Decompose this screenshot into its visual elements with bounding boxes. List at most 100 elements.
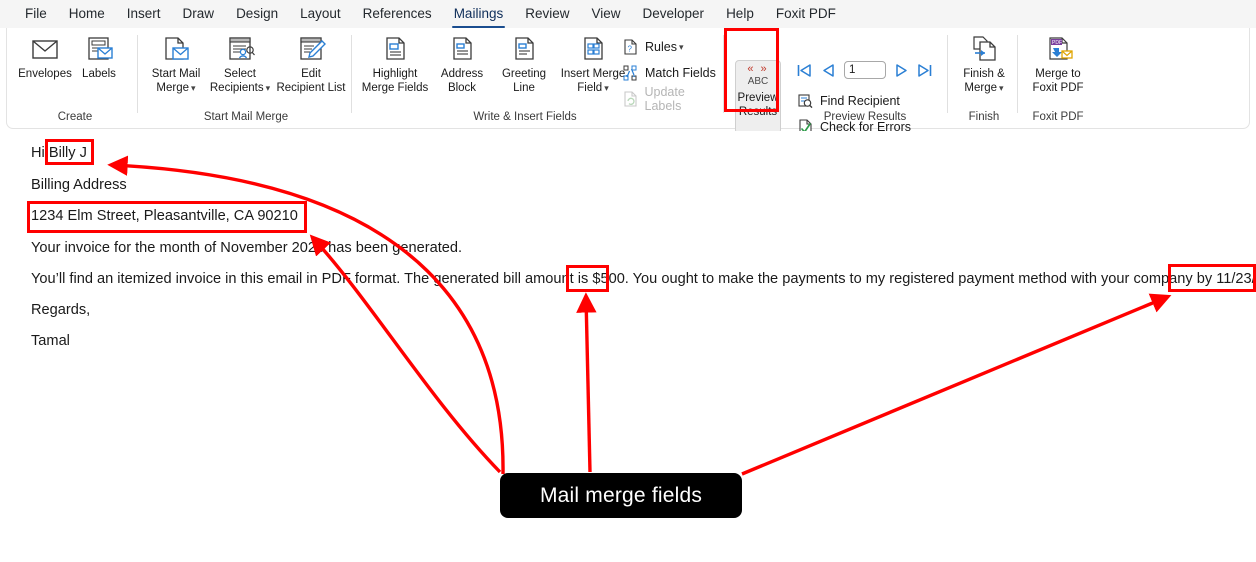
svg-text:PDF: PDF — [1052, 40, 1062, 46]
paragraph-signoff: Regards, — [31, 302, 91, 318]
select-recipients-label-2: Recipients — [209, 81, 264, 94]
group-separator-2 — [351, 35, 352, 113]
tab-references[interactable]: References — [352, 1, 443, 27]
highlight-box-preview-results — [724, 28, 779, 112]
finish-and-merge-icon — [951, 32, 1017, 66]
labels-button[interactable]: Labels — [67, 32, 131, 82]
find-recipient-icon — [796, 93, 815, 110]
chevron-down-icon[interactable]: ▾ — [679, 42, 684, 53]
tab-draw[interactable]: Draw — [172, 1, 226, 27]
merge-to-foxit-pdf-icon: PDF — [1021, 32, 1095, 66]
ribbon-body: Envelopes Labels Create Start Mail Merge ▾ — [6, 28, 1250, 135]
group-separator-5 — [1017, 35, 1018, 113]
address-block-label-1: Address — [440, 68, 484, 80]
body-text-part1: You’ll find an itemized invoice in this … — [31, 271, 593, 287]
tab-file[interactable]: File — [14, 1, 58, 27]
paragraph-invoice-sentence: Your invoice for the month of November 2… — [31, 240, 463, 256]
match-fields-command[interactable]: Match Fields — [621, 63, 716, 83]
ribbon-group-finish: Finish & Merge ▾ Finish — [951, 28, 1017, 127]
tab-foxit-pdf[interactable]: Foxit PDF — [765, 1, 847, 27]
paragraph-billing-label: Billing Address — [31, 177, 127, 193]
insert-merge-field-label-2: Field — [577, 81, 603, 94]
last-record-button[interactable] — [917, 62, 934, 79]
labels-label: Labels — [82, 68, 116, 80]
group-label-start-mail-merge: Start Mail Merge — [203, 111, 289, 123]
chevron-down-icon[interactable]: ▾ — [999, 83, 1004, 93]
highlight-merge-fields-icon — [359, 32, 431, 66]
ribbon-group-start-mail-merge: Start Mail Merge ▾ Select Recipients ▾ Edit R… — [141, 28, 351, 127]
group-label-finish: Finish — [968, 111, 1000, 123]
finish-and-merge-button[interactable]: Finish & Merge ▾ — [951, 32, 1017, 95]
group-label-write-insert-fields: Write & Insert Fields — [473, 111, 577, 123]
body-text-part2: You ought to make the payments to my reg… — [628, 271, 1217, 287]
edit-recipient-list-icon — [274, 32, 348, 66]
greeting-line-icon — [493, 32, 555, 66]
highlight-merge-fields-label-2: Merge Fields — [361, 81, 429, 94]
update-labels-label: Update Labels — [644, 85, 685, 113]
edit-recipient-list-button[interactable]: Edit Recipient List — [274, 32, 348, 95]
rules-icon: ? — [621, 39, 640, 56]
chevron-down-icon[interactable]: ▾ — [604, 83, 609, 93]
svg-text:?: ? — [628, 45, 633, 54]
start-mail-merge-icon — [145, 32, 207, 66]
finish-and-merge-label-2: Merge — [964, 81, 998, 94]
merge-to-foxit-pdf-label-1: Merge to — [1035, 68, 1081, 80]
merge-to-foxit-pdf-label-2: Foxit PDF — [1032, 81, 1084, 94]
greeting-line-button[interactable]: Greeting Line — [493, 32, 555, 95]
rules-label: Rules — [645, 40, 677, 54]
address-block-button[interactable]: Address Block — [431, 32, 493, 95]
insert-merge-field-button[interactable]: Insert Merge Field ▾ — [555, 32, 631, 95]
group-label-create: Create — [57, 111, 93, 123]
edit-recipient-list-label-1: Edit — [301, 68, 321, 80]
ribbon-group-create: Envelopes Labels Create — [13, 28, 137, 127]
tab-design[interactable]: Design — [225, 1, 289, 27]
tab-home[interactable]: Home — [58, 1, 116, 27]
chevron-down-icon[interactable]: ▾ — [191, 83, 196, 93]
ribbon-group-foxit-pdf: PDF Merge to Foxit PDF Foxit PDF — [1021, 28, 1095, 127]
highlight-box-amount-field — [566, 265, 609, 292]
previous-record-button[interactable] — [820, 62, 837, 79]
tab-review[interactable]: Review — [514, 1, 580, 27]
select-recipients-icon — [207, 32, 273, 66]
group-label-foxit-pdf: Foxit PDF — [1032, 111, 1084, 123]
tab-view[interactable]: View — [580, 1, 631, 27]
rules-command[interactable]: ? Rules ▾ — [621, 37, 684, 57]
highlight-merge-fields-button[interactable]: Highlight Merge Fields — [359, 32, 431, 95]
tab-mailings[interactable]: Mailings — [443, 1, 515, 28]
highlight-merge-fields-label-1: Highlight — [372, 68, 418, 80]
insert-merge-field-label-1: Insert Merge — [560, 68, 626, 80]
callout-label: Mail merge fields — [500, 473, 742, 518]
record-number-input[interactable]: 1 — [844, 61, 886, 79]
highlight-box-date-field — [1168, 264, 1256, 292]
ribbon: File Home Insert Draw Design Layout Refe… — [0, 0, 1256, 135]
finish-and-merge-label-1: Finish & — [963, 68, 1005, 80]
select-recipients-label-1: Select — [224, 68, 256, 80]
tab-layout[interactable]: Layout — [289, 1, 352, 27]
record-navigation: 1 — [796, 61, 934, 79]
address-block-label-2: Block — [447, 81, 477, 94]
callout-text: Mail merge fields — [539, 483, 703, 507]
greeting-line-label-2: Line — [513, 81, 535, 94]
find-recipient-command[interactable]: Find Recipient — [796, 91, 900, 111]
next-record-button[interactable] — [893, 62, 910, 79]
tab-developer[interactable]: Developer — [632, 1, 716, 27]
update-labels-icon — [621, 91, 640, 108]
insert-merge-field-icon — [555, 32, 631, 66]
start-mail-merge-label-2: Merge — [156, 81, 190, 94]
group-separator-4 — [947, 35, 948, 113]
tab-insert[interactable]: Insert — [116, 1, 172, 27]
start-mail-merge-button[interactable]: Start Mail Merge ▾ — [145, 32, 207, 95]
tab-help[interactable]: Help — [715, 1, 765, 27]
highlight-box-address-field — [27, 201, 307, 233]
find-recipient-label: Find Recipient — [820, 94, 900, 108]
edit-recipient-list-label-2: Recipient List — [276, 81, 346, 94]
chevron-down-icon[interactable]: ▾ — [266, 83, 271, 93]
first-record-button[interactable] — [796, 62, 813, 79]
start-mail-merge-label-1: Start Mail — [151, 68, 201, 80]
ribbon-group-write-insert-fields: Highlight Merge Fields Address Block Greet… — [355, 28, 723, 127]
paragraph-body: You’ll find an itemized invoice in this … — [31, 270, 1256, 288]
ribbon-tab-bar: File Home Insert Draw Design Layout Refe… — [0, 0, 1256, 28]
merge-to-foxit-pdf-button[interactable]: PDF Merge to Foxit PDF — [1021, 32, 1095, 95]
paragraph-sender: Tamal — [31, 333, 70, 349]
select-recipients-button[interactable]: Select Recipients ▾ — [207, 32, 273, 95]
